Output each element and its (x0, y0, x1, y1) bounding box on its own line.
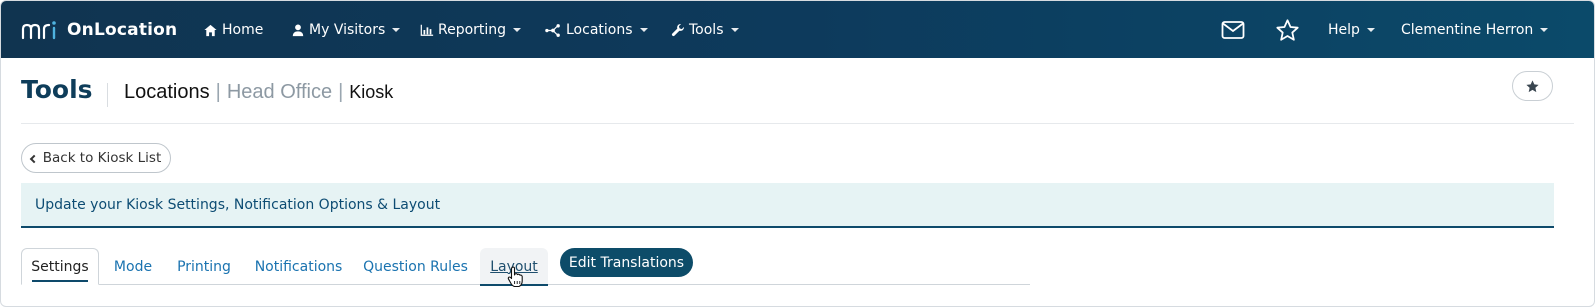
nav-help-label: Help (1328, 22, 1360, 38)
star-icon (1275, 18, 1299, 41)
chevron-down-icon (730, 28, 739, 32)
nav-home[interactable]: Home (203, 19, 263, 41)
brand-name: OnLocation (67, 20, 178, 40)
nav-reporting[interactable]: Reporting (419, 19, 522, 41)
breadcrumb-location[interactable]: Head Office (227, 81, 332, 104)
edit-translations-button[interactable]: Edit Translations (560, 248, 693, 277)
tab-settings[interactable]: Settings (21, 248, 99, 285)
tab-mode-label: Mode (113, 258, 153, 275)
nav-home-label: Home (222, 22, 264, 38)
favorites-button[interactable] (1273, 16, 1301, 44)
back-button-label: Back to Kiosk List (42, 150, 162, 166)
header-divider (21, 123, 1574, 124)
tab-question-rules[interactable]: Question Rules (357, 248, 474, 285)
top-navbar: OnLocation Home My Visitors Reporting Lo… (1, 1, 1594, 58)
user-icon (290, 23, 305, 38)
tab-printing-label: Printing (177, 258, 231, 275)
chevron-down-icon (639, 28, 648, 32)
breadcrumb: Locations | Head Office | Kiosk (124, 81, 393, 104)
breadcrumb-page: Kiosk (349, 82, 394, 102)
nav-tools-label: Tools (689, 22, 724, 38)
chevron-down-icon (1366, 28, 1375, 32)
nav-locations-label: Locations (566, 22, 633, 38)
wrench-icon (670, 23, 685, 38)
breadcrumb-section: Locations (124, 81, 210, 103)
star-icon (1526, 79, 1539, 92)
breadcrumb-separator: | (215, 81, 221, 103)
add-favorite-button[interactable] (1512, 71, 1553, 101)
app-window: OnLocation Home My Visitors Reporting Lo… (0, 0, 1595, 307)
hand-pointer-cursor-icon (507, 266, 523, 288)
tab-notifications[interactable]: Notifications (249, 248, 348, 285)
user-name: Clementine Herron (1401, 22, 1534, 38)
home-icon (203, 23, 218, 38)
nav-help[interactable]: Help (1328, 19, 1375, 41)
edit-translations-label: Edit Translations (568, 254, 685, 271)
brand-logo[interactable]: OnLocation (21, 18, 177, 42)
nav-my-visitors-label: My Visitors (309, 22, 386, 38)
breadcrumb-separator: | (338, 81, 344, 103)
tab-printing[interactable]: Printing (169, 248, 239, 285)
envelope-icon (1221, 21, 1245, 39)
user-menu[interactable]: Clementine Herron (1401, 19, 1549, 41)
info-banner: Update your Kiosk Settings, Notification… (21, 183, 1554, 228)
network-icon (544, 23, 562, 38)
nav-reporting-label: Reporting (438, 22, 507, 38)
nav-locations[interactable]: Locations (544, 19, 648, 41)
page-title: Tools (21, 75, 93, 104)
nav-my-visitors[interactable]: My Visitors (290, 19, 401, 41)
tab-question-rules-label: Question Rules (363, 258, 468, 275)
chevron-down-icon (1540, 28, 1549, 32)
banner-text: Update your Kiosk Settings, Notification… (35, 196, 441, 213)
chevron-left-icon (29, 154, 38, 163)
back-to-kiosk-list-button[interactable]: Back to Kiosk List (21, 143, 171, 173)
tab-settings-label: Settings (31, 258, 89, 275)
tab-mode[interactable]: Mode (104, 248, 162, 285)
chevron-down-icon (392, 28, 401, 32)
messages-button[interactable] (1219, 16, 1247, 44)
tab-notifications-label: Notifications (254, 258, 343, 275)
mri-logo-icon (21, 21, 56, 40)
nav-tools[interactable]: Tools (670, 19, 739, 41)
title-divider (107, 83, 108, 107)
chevron-down-icon (513, 28, 522, 32)
bar-chart-icon (419, 23, 434, 38)
